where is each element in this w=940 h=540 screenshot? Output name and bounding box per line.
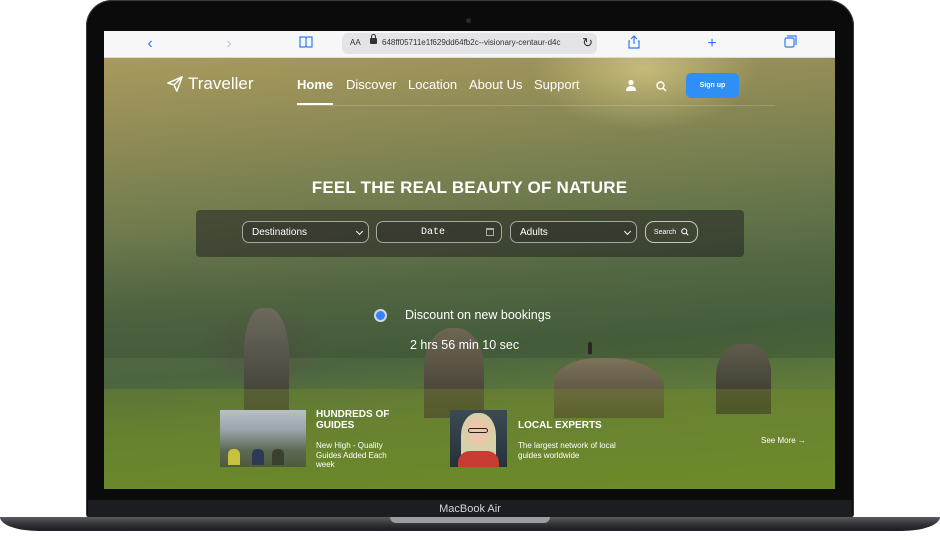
url-text[interactable]: 648ff05711e1f629dd64fb2c--visionary-cent…: [382, 38, 561, 47]
nav-discover[interactable]: Discover: [346, 77, 397, 92]
search-panel: Destinations Date Adults Search: [196, 210, 744, 257]
guides-image: [220, 410, 306, 467]
chevron-down-icon: [355, 227, 364, 236]
laptop-notch: [390, 517, 550, 523]
nav-support[interactable]: Support: [534, 77, 580, 92]
calendar-icon[interactable]: [486, 228, 494, 236]
feature-desc-experts: The largest network of local guides worl…: [518, 441, 616, 460]
address-bar[interactable]: AA 648ff05711e1f629dd64fb2c--visionary-c…: [342, 33, 597, 54]
nav-about-us[interactable]: About Us: [469, 77, 522, 92]
search-button[interactable]: Search: [645, 221, 698, 243]
safari-toolbar: ‹ › AA 648ff05711e1f629dd64fb2c--visiona…: [104, 31, 835, 58]
bookmarks-icon[interactable]: [296, 35, 316, 53]
laptop-base: MacBook Air: [0, 500, 940, 540]
lock-icon: [370, 34, 377, 44]
back-icon[interactable]: ‹: [140, 35, 160, 53]
destination-select[interactable]: Destinations: [242, 221, 369, 243]
browser-screen: ‹ › AA 648ff05711e1f629dd64fb2c--visiona…: [104, 31, 835, 489]
paper-plane-icon: [167, 76, 183, 92]
tabs-icon[interactable]: [780, 35, 800, 53]
feature-desc-guides: New High - Quality Guides Added Each wee…: [316, 441, 387, 469]
forward-icon[interactable]: ›: [219, 35, 239, 53]
arrow-right-icon: →: [797, 436, 806, 445]
new-tab-icon[interactable]: +: [702, 35, 722, 53]
reader-aa-button[interactable]: AA: [350, 38, 361, 47]
brand-logo[interactable]: Traveller: [166, 74, 254, 94]
share-icon[interactable]: [624, 35, 644, 53]
nav-location[interactable]: Location: [408, 77, 457, 92]
signup-button[interactable]: Sign up: [686, 73, 739, 98]
device-label: MacBook Air: [439, 503, 501, 515]
adults-select[interactable]: Adults: [510, 221, 637, 243]
date-input[interactable]: Date: [376, 221, 502, 243]
see-more-link[interactable]: See More →: [761, 436, 806, 445]
reload-icon[interactable]: ↻: [582, 35, 593, 51]
chevron-down-icon: [623, 227, 632, 236]
user-icon[interactable]: [625, 79, 637, 91]
nav-home[interactable]: Home: [297, 77, 333, 92]
hero-section: Traveller Home Discover Location About U…: [104, 58, 835, 489]
local-expert-image: [450, 410, 507, 467]
countdown-timer: 2 hrs 56 min 10 sec: [410, 338, 520, 352]
feature-title-experts: LOCAL EXPERTS: [518, 420, 602, 431]
hero-headline: FEEL THE REAL BEAUTY OF NATURE: [311, 178, 628, 197]
adults-value: Adults: [520, 227, 548, 238]
nav-divider: [297, 105, 775, 106]
discount-text: Discount on new bookings: [405, 308, 551, 322]
see-more-label: See More: [761, 436, 796, 445]
discount-radio[interactable]: [374, 309, 387, 322]
hiker-figure: [588, 342, 592, 354]
search-button-label: Search: [653, 228, 677, 236]
date-placeholder: Date: [421, 227, 446, 238]
search-icon: [681, 228, 689, 236]
feature-title-guides: HUNDREDS OF GUIDES: [316, 409, 390, 431]
destination-value: Destinations: [252, 227, 308, 238]
camera-icon: [466, 18, 471, 23]
brand-name: Traveller: [188, 74, 254, 93]
search-icon[interactable]: [656, 81, 667, 92]
